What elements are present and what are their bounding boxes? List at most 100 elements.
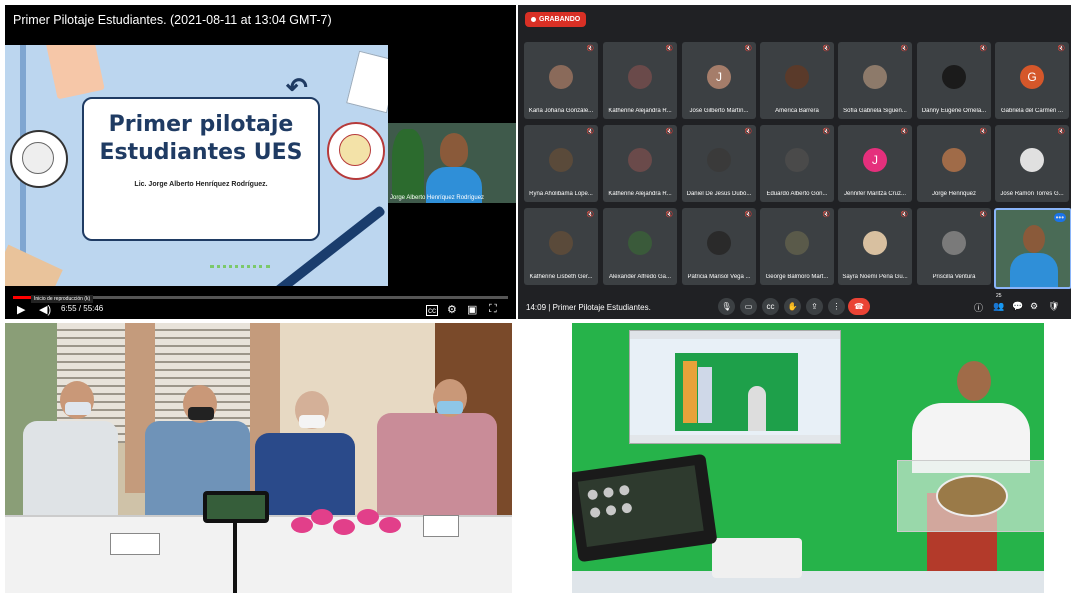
avatar [549, 148, 573, 172]
subtitles-icon[interactable]: cc [426, 305, 438, 316]
muted-mic-icon: 🔇 [1057, 129, 1065, 135]
muted-mic-icon: 🔇 [744, 129, 752, 135]
acrylic-podium [897, 460, 1044, 532]
participant-name: George Balmoro Mart... [765, 274, 829, 280]
activities-icon[interactable]: ⚙ [1030, 301, 1038, 312]
avatar: J [707, 65, 731, 89]
camera-icon[interactable]: ▭ [740, 298, 757, 315]
participant-name: Alexander Alfredo Ga... [608, 274, 672, 280]
avatar [863, 231, 887, 255]
chat-icon[interactable]: 💬 [1012, 301, 1023, 312]
phone-camera [572, 453, 718, 563]
avatar: G [1020, 65, 1044, 89]
muted-mic-icon: 🔇 [665, 46, 673, 52]
participant-tile[interactable]: 🔇 Patricia Marisol Vega ... [682, 208, 756, 285]
participant-name: Danny Eugene Ornela... [921, 108, 987, 114]
muted-mic-icon: 🔇 [900, 212, 908, 218]
avatar [785, 65, 809, 89]
participant-name: Gabriela del Carmen ... [1000, 108, 1064, 114]
meeting-time: 14:09 | Primer Pilotaje Estudiantes. [526, 303, 651, 312]
participant-tile[interactable]: 🔇 Katherine Alejandra R... [603, 125, 677, 202]
slide-decoration [210, 265, 270, 276]
presentation-slide: ↶ Primer pilotaje Estudiantes UES Lic. J… [5, 45, 388, 286]
participant-tile[interactable]: 🔇 Katherine Alejandra R... [603, 42, 677, 119]
projector [712, 538, 802, 578]
avatar [942, 148, 966, 172]
participant-tile[interactable]: 🔇 George Balmoro Mart... [760, 208, 834, 285]
avatar [942, 231, 966, 255]
recording-badge: GRABANDO [525, 12, 587, 27]
host-controls-icon[interactable]: 🛡 [1048, 301, 1059, 312]
participant-tile[interactable]: 🔇 Priscilla Ventura [917, 208, 991, 285]
participant-name: Patricia Marisol Vega ... [687, 274, 751, 280]
event-photo [5, 323, 512, 593]
video-time: 6:55 / 55:46 [61, 304, 104, 313]
participant-tile[interactable]: 🔇 Daniel De Jesús Dubó... [682, 125, 756, 202]
meeting-window: GRABANDO 🔇 Karla Johana Gonzále... 🔇 Kather… [518, 5, 1071, 319]
name-card [423, 515, 459, 537]
muted-mic-icon: 🔇 [665, 212, 673, 218]
participant-tile[interactable]: 🔇 José Ramón Torres G... [995, 125, 1069, 202]
muted-mic-icon: 🔇 [822, 129, 830, 135]
participant-name: José Ramón Torres G... [1000, 191, 1064, 197]
avatar [863, 65, 887, 89]
participant-name: América Barrera [775, 108, 819, 114]
muted-mic-icon: 🔇 [1057, 46, 1065, 52]
participant-tile[interactable]: 🔇 Alexander Alfredo Ga... [603, 208, 677, 285]
name-card [110, 533, 160, 555]
muted-mic-icon: 🔇 [586, 212, 594, 218]
volume-icon[interactable]: ◀) [39, 303, 51, 316]
participant-tile[interactable]: J 🔇 Jennifer Maritza Cruz... [838, 125, 912, 202]
fullscreen-icon[interactable]: ⛶ [489, 303, 497, 316]
avatar [549, 65, 573, 89]
miniplayer-icon[interactable]: ▣ [467, 303, 477, 316]
people-icon[interactable]: 👥 25 [993, 293, 1004, 312]
participant-tile[interactable]: 🔇 Ryna Aholibama Lope... [524, 125, 598, 202]
participant-tile[interactable]: 🔇 Eduardo Alberto Gon... [760, 125, 834, 202]
play-icon[interactable]: ▶ [17, 303, 25, 316]
video-player: Primer Pilotaje Estudiantes. (2021-08-11… [5, 5, 516, 319]
participant-tile[interactable]: 🔇 Sofía Gabriela Siguen... [838, 42, 912, 119]
studio-photo [572, 323, 1044, 593]
more-icon[interactable]: ⋮ [828, 298, 845, 315]
avatar [549, 231, 573, 255]
self-view-tile[interactable]: ••• [994, 208, 1071, 289]
slide-title-line1: Primer pilotaje [108, 112, 294, 137]
participant-name: Katherine Alejandra R... [608, 191, 672, 197]
captions-icon[interactable]: cc [762, 298, 779, 315]
participant-tile[interactable]: 🔇 Karla Johana Gonzále... [524, 42, 598, 119]
flower-arrangement [291, 505, 411, 545]
raise-hand-icon[interactable]: ✋ [784, 298, 801, 315]
muted-mic-icon: 🔇 [822, 212, 830, 218]
participant-tile[interactable]: J 🔇 José Gilberto Martín... [682, 42, 756, 119]
avatar [628, 231, 652, 255]
speaking-indicator-icon: ••• [1053, 213, 1066, 222]
participant-name: Sayra Noemí Peña Gu... [842, 274, 908, 280]
present-icon[interactable]: ⇪ [806, 298, 823, 315]
participant-tile[interactable]: 🔇 América Barrera [760, 42, 834, 119]
avatar [785, 231, 809, 255]
info-icon[interactable]: ⓘ [974, 301, 983, 314]
participant-name: Katherine Alejandra R... [608, 108, 672, 114]
participant-tile[interactable]: 🔇 Jorge Henriquez [917, 125, 991, 202]
slide-author: Lic. Jorge Alberto Henríquez Rodríguez. [134, 181, 268, 188]
slide-title-line2: Estudiantes UES [99, 140, 303, 165]
slide-decoration [45, 45, 105, 100]
projected-screen [629, 330, 841, 444]
muted-mic-icon: 🔇 [979, 46, 987, 52]
participant-tile[interactable]: 🔇 Katherine Lisbeth Ger... [524, 208, 598, 285]
participant-tile[interactable]: G 🔇 Gabriela del Carmen ... [995, 42, 1069, 119]
avatar [942, 65, 966, 89]
mic-icon[interactable]: 🎙 [718, 298, 735, 315]
participant-name: Eduardo Alberto Gon... [766, 191, 828, 197]
settings-icon[interactable]: ⚙ [447, 303, 457, 316]
participant-tile[interactable]: 🔇 Sayra Noemí Peña Gu... [838, 208, 912, 285]
speaker-camera: Jorge Alberto Henríquez Rodríguez [388, 123, 516, 203]
slide-title-card: Primer pilotaje Estudiantes UES Lic. Jor… [82, 97, 320, 241]
faculty-seal-logo [327, 122, 385, 180]
participant-tile[interactable]: 🔇 Danny Eugene Ornela... [917, 42, 991, 119]
muted-mic-icon: 🔇 [900, 46, 908, 52]
slide-decoration [5, 244, 63, 286]
end-call-icon[interactable]: ☎ [848, 298, 870, 315]
muted-mic-icon: 🔇 [586, 129, 594, 135]
